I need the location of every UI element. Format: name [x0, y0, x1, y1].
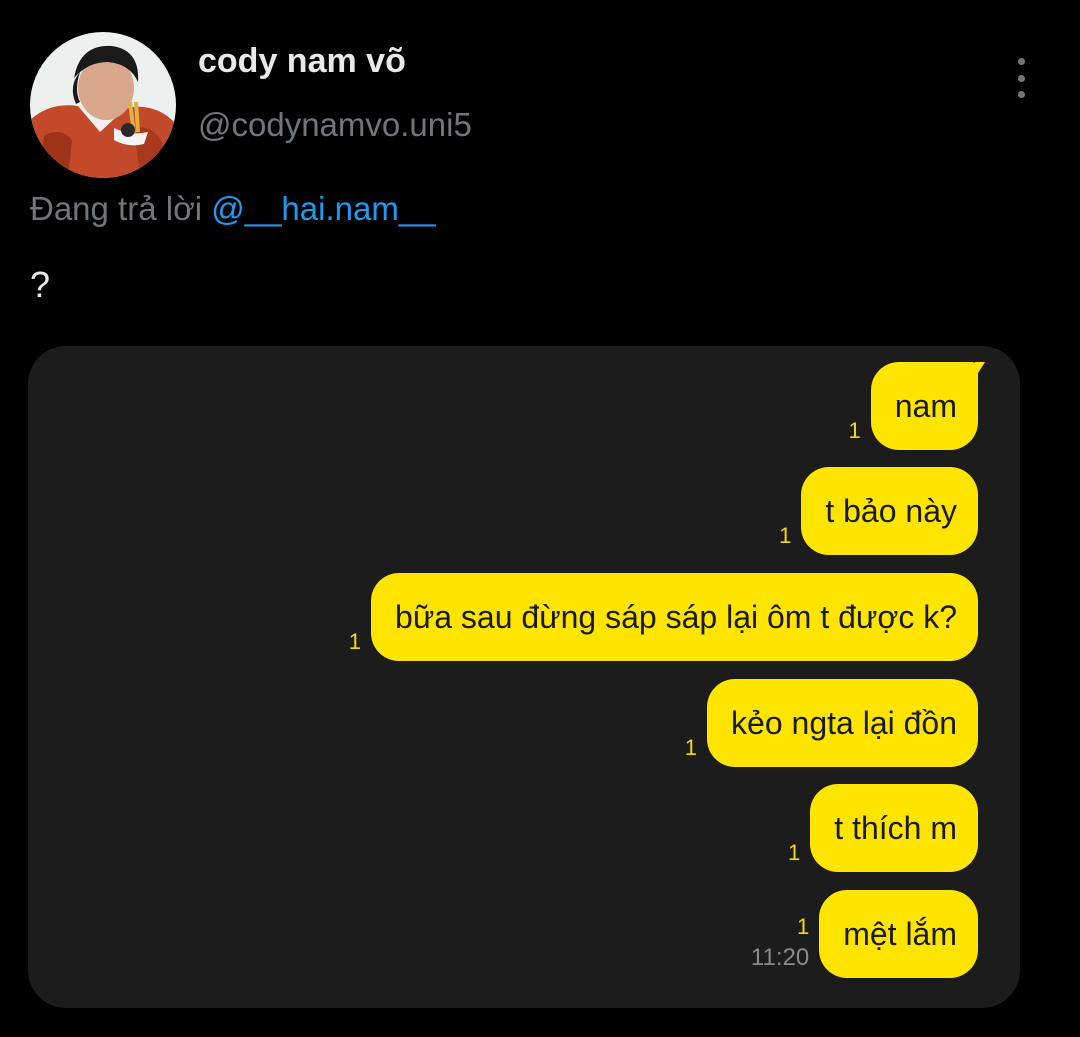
replying-to-label: Đang trả lời — [30, 190, 212, 227]
read-count: 1 — [779, 523, 792, 548]
chat-message: 1 t thích m — [788, 784, 978, 872]
avatar[interactable] — [30, 32, 176, 178]
tweet-image-card[interactable]: 1 nam 1 t bảo này 1 bữa sau đừng sáp sáp… — [28, 346, 1020, 1008]
message-meta: 1 — [685, 735, 697, 767]
more-vertical-icon — [1017, 91, 1025, 98]
replying-to-mention[interactable]: @__hai.nam__ — [211, 190, 435, 227]
replying-to: Đang trả lời @__hai.nam__ — [30, 190, 436, 228]
chat-message: 1 t bảo này — [779, 467, 978, 555]
chat-message: 1 nam — [849, 362, 986, 450]
more-vertical-icon — [1017, 74, 1025, 82]
more-options-button[interactable] — [1002, 58, 1040, 98]
message-time: 11:20 — [750, 944, 810, 971]
chat-message: 1 kẻo ngta lại đồn — [685, 679, 978, 767]
message-bubble: t bảo này — [801, 467, 978, 555]
message-meta: 1 — [849, 418, 861, 450]
read-count: 1 — [796, 914, 810, 939]
message-bubble: bữa sau đừng sáp sáp lại ôm t được k? — [371, 573, 978, 661]
message-meta: 1 — [349, 629, 361, 661]
message-meta: 1 — [779, 523, 791, 555]
avatar-image — [30, 32, 176, 178]
message-bubble: t thích m — [810, 784, 978, 872]
message-bubble: mệt lắm — [819, 890, 978, 978]
message-bubble: kẻo ngta lại đồn — [707, 679, 978, 767]
read-count: 1 — [348, 629, 362, 654]
message-bubble: nam — [870, 362, 986, 450]
message-meta: 1 — [788, 840, 800, 872]
display-name[interactable]: cody nam võ — [198, 42, 406, 81]
read-count: 1 — [848, 418, 861, 443]
message-meta: 1 11:20 — [751, 914, 809, 978]
user-handle[interactable]: @codynamvo.uni5 — [198, 106, 472, 144]
chat-message: 1 bữa sau đừng sáp sáp lại ôm t được k? — [349, 573, 978, 661]
chat-message: 1 11:20 mệt lắm — [751, 890, 978, 978]
read-count: 1 — [684, 735, 698, 760]
more-vertical-icon — [1017, 58, 1025, 65]
read-count: 1 — [788, 840, 801, 865]
tweet-text: ? — [30, 264, 51, 305]
